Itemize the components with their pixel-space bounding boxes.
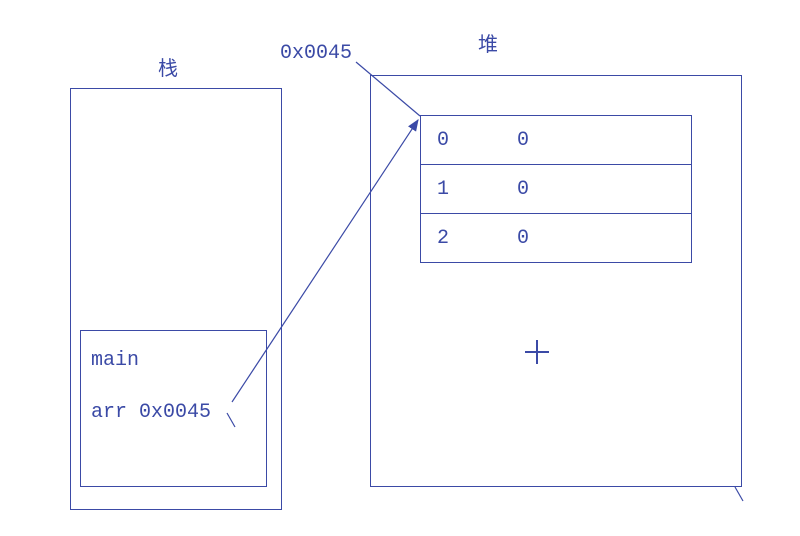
stack-frame: main arr 0x0045: [80, 330, 267, 487]
heap-cell-index: 1: [421, 178, 477, 201]
frame-arr-label: arr 0x0045: [91, 401, 211, 424]
cursor-cross-icon: [525, 340, 549, 364]
frame-main-label: main: [91, 349, 139, 372]
heap-cell-value: 0: [477, 227, 529, 250]
heap-row: 1 0: [421, 165, 691, 214]
address-label: 0x0045: [280, 42, 352, 65]
stack-title: 栈: [158, 52, 178, 81]
heap-table: 0 0 1 0 2 0: [420, 115, 692, 263]
heap-row: 2 0: [421, 214, 691, 263]
heap-row: 0 0: [421, 116, 691, 165]
tick-mark: [735, 487, 743, 501]
heap-cell-index: 2: [421, 227, 477, 250]
heap-cell-value: 0: [477, 178, 529, 201]
diagram-canvas: 栈 堆 0x0045 main arr 0x0045 0 0 1 0 2 0: [0, 0, 800, 536]
heap-title: 堆: [478, 28, 498, 57]
heap-cell-value: 0: [477, 129, 529, 152]
heap-cell-index: 0: [421, 129, 477, 152]
